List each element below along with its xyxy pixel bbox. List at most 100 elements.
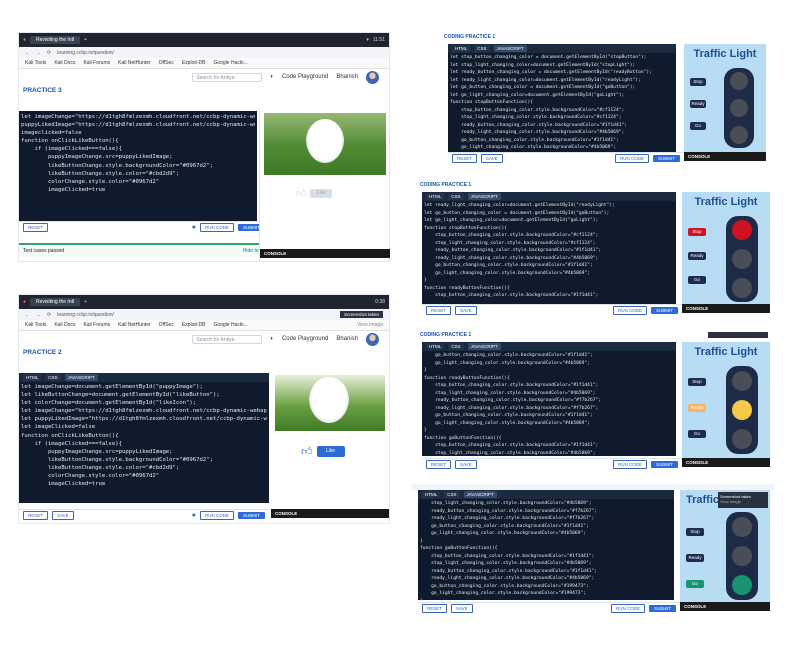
reset-button[interactable]: RESET — [23, 222, 49, 232]
code-line[interactable]: let go_light_changing_color=document.get… — [450, 92, 674, 100]
tab-html[interactable]: HTML — [452, 45, 471, 52]
code-line[interactable]: let colorChange=document.getElementById(… — [21, 399, 267, 407]
like-button[interactable]: Like — [310, 188, 333, 198]
code-line[interactable]: go_button_changing_color.style.backgroun… — [420, 523, 672, 531]
code-line[interactable]: ready_light_changing_color.style.backgro… — [420, 575, 672, 583]
tab-javascript[interactable]: JAVASCRIPT — [467, 193, 501, 200]
code-editor[interactable]: let imageChange="https://d1tgh8fmlzexmh.… — [19, 111, 257, 221]
bookmark-item[interactable]: Kali NetHunter — [118, 60, 151, 66]
tab-html[interactable]: HTML — [23, 374, 42, 381]
code-body[interactable]: let ready_light_changing_color=document.… — [422, 201, 676, 301]
ready-button[interactable]: Ready — [686, 554, 704, 562]
bookmark-item[interactable]: Kali Docs — [54, 322, 75, 328]
code-line[interactable]: stop_button_changing_color.style.backgro… — [420, 553, 672, 561]
code-line[interactable]: function goButtonFunction(){ — [420, 545, 672, 553]
run-code-button[interactable]: RUN CODE — [199, 510, 234, 520]
tab-javascript[interactable]: JAVASCRIPT — [64, 374, 98, 381]
code-line[interactable]: let go_button_changing_color = document.… — [424, 210, 674, 218]
code-line[interactable]: likeButtonChange.style.color="#cbd2d9"; — [21, 170, 255, 178]
run-code-button[interactable]: RUN CODE — [612, 305, 647, 315]
code-line[interactable]: imageClicked=true — [21, 480, 267, 488]
ready-button[interactable]: Ready — [688, 404, 706, 412]
toast-subtitle[interactable]: View Image — [720, 499, 766, 504]
code-body[interactable]: let imageChange=document.getElementById(… — [19, 382, 269, 489]
playground-link[interactable]: Code Playground — [282, 74, 328, 80]
code-line[interactable]: stop_light_changing_color.style.backgrou… — [420, 500, 672, 508]
code-line[interactable]: stop_button_changing_color.style.backgro… — [450, 107, 674, 115]
reset-button[interactable]: RESET — [422, 603, 448, 613]
browser-tab[interactable]: Revisiting the Intl — [30, 36, 81, 44]
code-line[interactable]: function stopButtonFunction(){ — [450, 99, 674, 107]
tab-css[interactable]: CSS — [448, 343, 464, 350]
console-tab[interactable]: CONSOLE — [684, 152, 766, 161]
playground-link[interactable]: Code Playground — [282, 336, 328, 342]
submit-button[interactable]: SUBMIT — [652, 154, 680, 162]
console-tab[interactable]: CONSOLE — [680, 602, 770, 611]
bookmark-item[interactable]: Exploit-DB — [182, 60, 206, 66]
code-line[interactable]: go_light_changing_color.style.background… — [420, 590, 672, 598]
code-line[interactable]: ready_light_changing_color.style.backgro… — [420, 515, 672, 523]
code-line[interactable]: go_button_changing_color.style.backgroun… — [450, 137, 674, 145]
kali-icon[interactable]: ● — [23, 37, 26, 43]
back-icon[interactable]: ← — [25, 50, 30, 56]
console-tab[interactable]: CONSOLE — [271, 509, 389, 518]
code-line[interactable]: imageclicked=false — [21, 129, 255, 137]
submit-button[interactable]: SUBMIT — [648, 604, 676, 612]
ready-button[interactable]: Ready — [688, 252, 706, 260]
code-line[interactable]: ready_button_changing_color.style.backgr… — [420, 568, 672, 576]
code-line[interactable]: imageClicked=true — [21, 186, 255, 194]
tab-css[interactable]: CSS — [474, 45, 490, 52]
code-line[interactable]: function stopButtonFunction(){ — [424, 225, 674, 233]
back-icon[interactable]: ← — [25, 312, 30, 318]
code-line[interactable]: function goButtonFunction(){ — [424, 435, 674, 443]
code-line[interactable]: puppyImageChange.src=puppyLikedImage; — [21, 448, 267, 456]
run-code-button[interactable]: RUN CODE — [614, 153, 649, 163]
code-line[interactable]: go_button_changing_color.style.backgroun… — [424, 412, 674, 420]
code-line[interactable]: let ready_button_changing_color = docume… — [450, 69, 674, 77]
code-body[interactable]: go_button_changing_color.style.backgroun… — [422, 351, 676, 458]
code-line[interactable]: stop_light_changing_color.style.backgrou… — [424, 450, 674, 458]
bookmark-item[interactable]: OffSec — [159, 60, 174, 66]
tab-html[interactable]: HTML — [426, 343, 445, 350]
stop-button[interactable]: Stop — [688, 378, 706, 386]
save-button[interactable]: SAVE — [52, 510, 74, 520]
code-line[interactable]: let go_button_changing_color = document.… — [450, 84, 674, 92]
code-line[interactable]: stop_light_changing_color.style.backgrou… — [450, 114, 674, 122]
code-line[interactable]: let ready_light_changing_color=document.… — [424, 202, 674, 210]
bookmark-item[interactable]: Google Hacki... — [213, 322, 247, 328]
code-line[interactable]: go_button_changing_color.style.backgroun… — [420, 583, 672, 591]
code-line[interactable]: ready_button_changing_color.style.backgr… — [450, 122, 674, 130]
code-line[interactable]: go_button_changing_color.style.backgroun… — [424, 262, 674, 270]
bookmark-item[interactable]: OffSec — [159, 322, 174, 328]
code-line[interactable]: go_light_changing_color.style.background… — [420, 530, 672, 538]
console-tab[interactable]: CONSOLE — [682, 304, 770, 313]
code-line[interactable]: let go_light_changing_color=document.get… — [424, 217, 674, 225]
run-code-button[interactable]: RUN CODE — [612, 459, 647, 469]
code-line[interactable]: let imageChange=document.getElementById(… — [21, 383, 267, 391]
code-line[interactable]: let imageChange="https://d1tgh8fmlzexmh.… — [21, 113, 255, 121]
code-body[interactable]: let stop_button_changing_color = documen… — [448, 53, 676, 153]
code-body[interactable]: stop_light_changing_color.style.backgrou… — [418, 499, 674, 606]
tab-html[interactable]: HTML — [426, 193, 445, 200]
like-button[interactable]: Like — [316, 446, 345, 457]
submit-button[interactable]: SUBMIT — [237, 511, 265, 519]
code-editor[interactable]: HTML CSS JAVASCRIPT stop_light_changing_… — [418, 490, 674, 604]
bookmark-item[interactable]: Kali Tools — [25, 322, 46, 328]
code-line[interactable]: stop_button_changing_color.style.backgro… — [424, 442, 674, 450]
code-editor[interactable]: HTML CSS JAVASCRIPT let ready_light_chan… — [422, 192, 676, 304]
code-line[interactable]: puppyImageChange.src=puppyLikedImage; — [21, 153, 255, 161]
code-line[interactable]: stop_button_changing_color.style.backgro… — [424, 232, 674, 240]
tab-css[interactable]: CSS — [448, 193, 464, 200]
code-line[interactable]: ready_button_changing_color.style.backgr… — [424, 247, 674, 255]
code-line[interactable]: colorChange.style.color="#0967d2" — [21, 472, 267, 480]
toast-subtitle[interactable]: View Image — [357, 322, 383, 328]
address-bar[interactable]: ← → ⟳ learning.ccbp.in/question/ — [19, 47, 389, 58]
code-line[interactable]: let likeButtonChange=document.getElement… — [21, 391, 267, 399]
code-editor[interactable]: HTML CSS JAVASCRIPT go_button_changing_c… — [422, 342, 676, 456]
code-line[interactable]: } — [424, 277, 674, 285]
reset-button[interactable]: RESET — [452, 153, 478, 163]
save-button[interactable]: SAVE — [455, 305, 477, 315]
tab-javascript[interactable]: JAVASCRIPT — [463, 491, 497, 498]
code-line[interactable]: ready_light_changing_color.style.backgro… — [424, 405, 674, 413]
browser-tab[interactable]: Revisiting the Intl — [30, 298, 81, 306]
